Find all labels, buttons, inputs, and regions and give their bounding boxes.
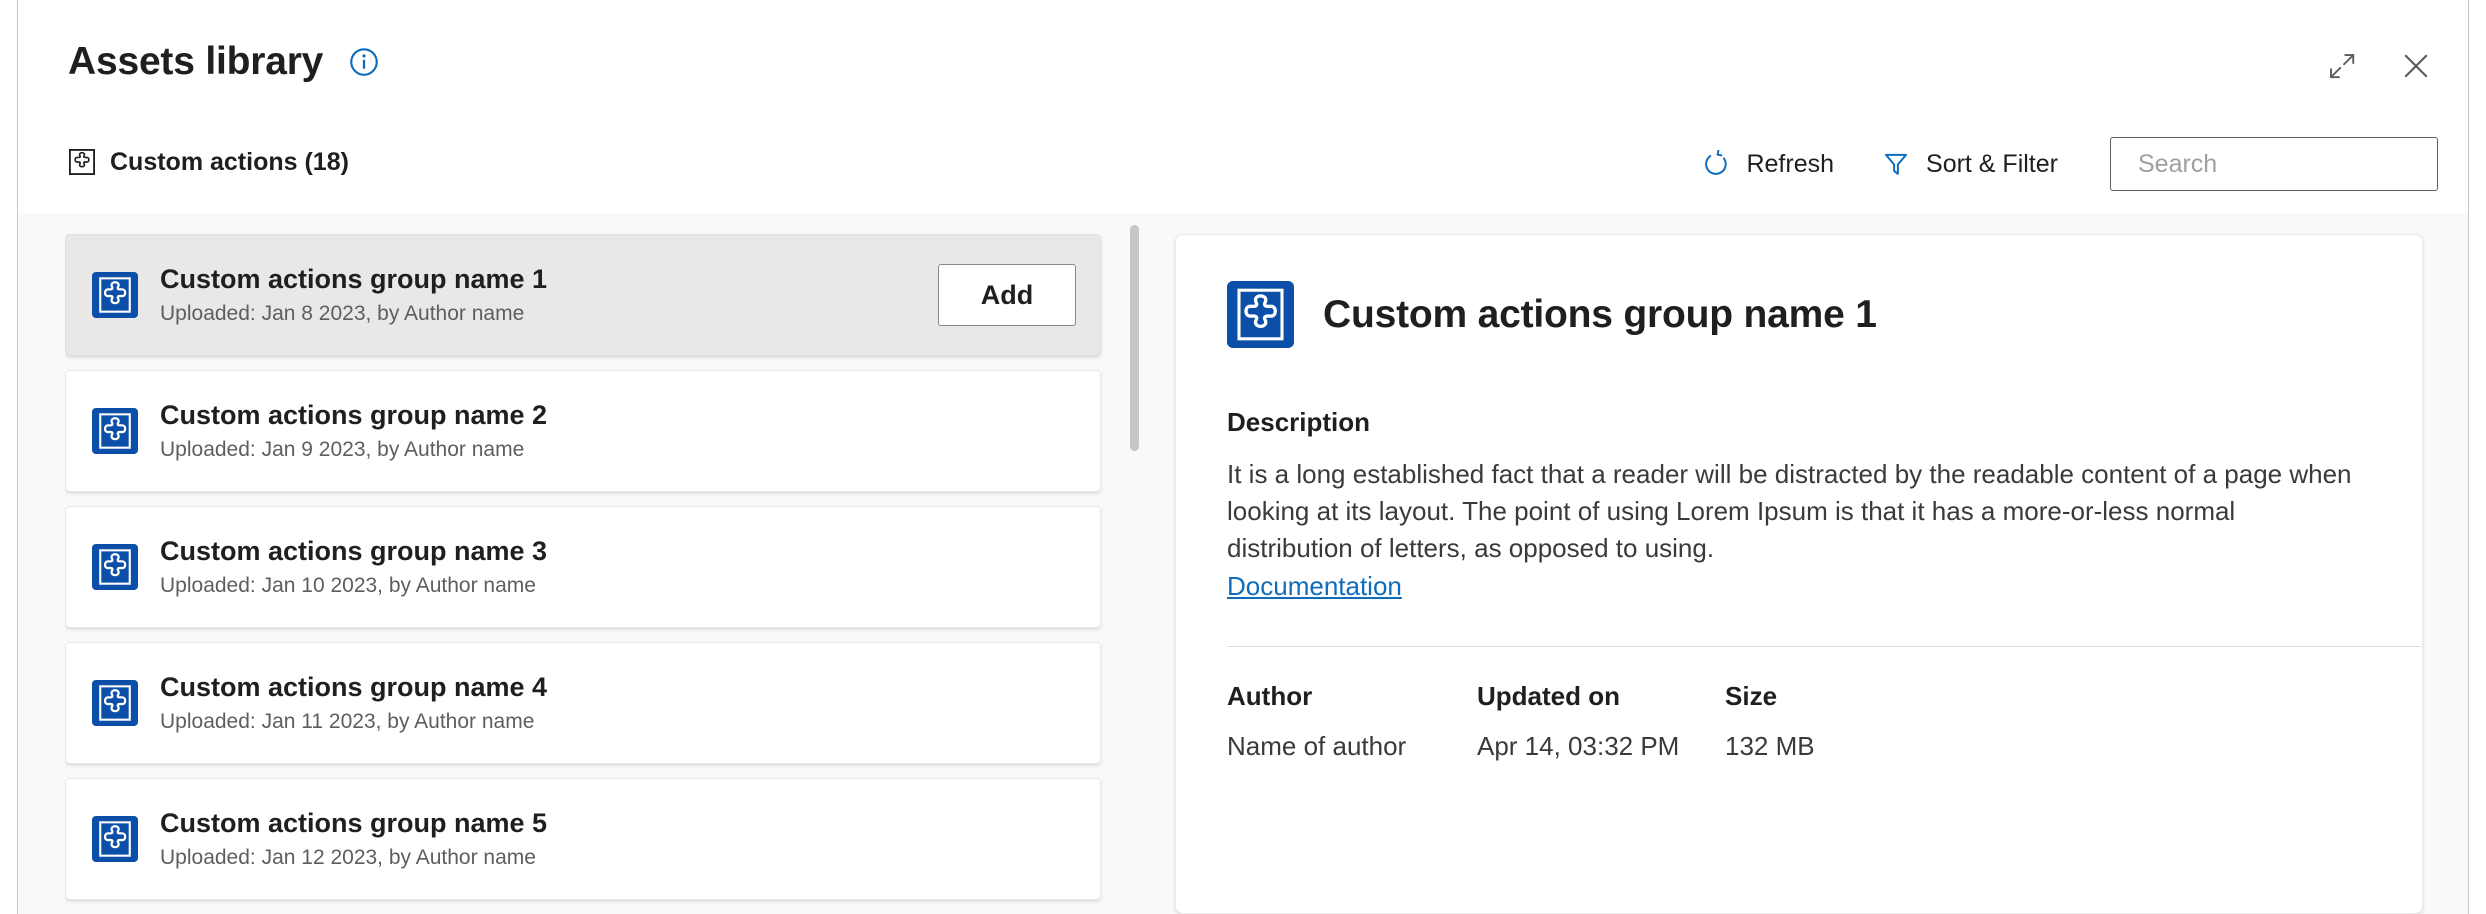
- sort-filter-label: Sort & Filter: [1926, 150, 2058, 179]
- list-item-text: Custom actions group name 4 Uploaded: Ja…: [160, 672, 1076, 734]
- refresh-icon: [1702, 150, 1730, 178]
- author-value: Name of author: [1227, 731, 1477, 762]
- puzzle-piece-icon: [92, 680, 138, 726]
- assets-list: Custom actions group name 1 Uploaded: Ja…: [65, 234, 1123, 914]
- documentation-link[interactable]: Documentation: [1227, 571, 1402, 602]
- window-controls: [2318, 42, 2440, 90]
- funnel-icon: [1882, 150, 1910, 178]
- assets-library-dialog: Assets library: [17, 0, 2469, 914]
- info-circle-icon[interactable]: [349, 47, 379, 77]
- puzzle-piece-icon: [1227, 281, 1294, 348]
- size-value: 132 MB: [1725, 731, 2368, 762]
- detail-title: Custom actions group name 1: [1323, 293, 1877, 337]
- page-title: Assets library: [68, 42, 323, 81]
- list-item[interactable]: Custom actions group name 4 Uploaded: Ja…: [65, 642, 1101, 764]
- list-item-subtitle: Uploaded: Jan 12 2023, by Author name: [160, 845, 1076, 870]
- description-label: Description: [1227, 407, 2368, 438]
- author-label: Author: [1227, 681, 1477, 712]
- expand-button[interactable]: [2318, 42, 2366, 90]
- sort-filter-button[interactable]: Sort & Filter: [1858, 136, 2082, 192]
- expand-diagonal-icon: [2327, 51, 2357, 81]
- search-input[interactable]: [2138, 150, 2460, 179]
- list-item[interactable]: Custom actions group name 2 Uploaded: Ja…: [65, 370, 1101, 492]
- list-item[interactable]: Custom actions group name 1 Uploaded: Ja…: [65, 234, 1101, 356]
- metadata-grid: Author Updated on Size Name of author Ap…: [1227, 681, 2368, 762]
- list-scrollbar[interactable]: [1130, 225, 1139, 901]
- updated-on-label: Updated on: [1477, 681, 1725, 712]
- list-item-subtitle: Uploaded: Jan 11 2023, by Author name: [160, 709, 1076, 734]
- dialog-header: Assets library: [18, 0, 2468, 213]
- list-item-text: Custom actions group name 3 Uploaded: Ja…: [160, 536, 1076, 598]
- list-item-subtitle: Uploaded: Jan 10 2023, by Author name: [160, 573, 1076, 598]
- close-button[interactable]: [2392, 42, 2440, 90]
- list-item[interactable]: Custom actions group name 3 Uploaded: Ja…: [65, 506, 1101, 628]
- list-item-text: Custom actions group name 1 Uploaded: Ja…: [160, 264, 938, 326]
- description-text: It is a long established fact that a rea…: [1227, 456, 2368, 567]
- puzzle-piece-icon: [92, 272, 138, 318]
- add-button[interactable]: Add: [938, 264, 1076, 326]
- toolbar: Refresh Sort & Filter: [1678, 136, 2438, 192]
- dialog-body: Custom actions group name 1 Uploaded: Ja…: [18, 213, 2468, 914]
- subheader-label: Custom actions (18): [110, 150, 349, 175]
- detail-body: Description It is a long established fac…: [1176, 407, 2422, 762]
- puzzle-piece-icon: [92, 544, 138, 590]
- list-item-subtitle: Uploaded: Jan 8 2023, by Author name: [160, 301, 938, 326]
- list-item-title: Custom actions group name 3: [160, 536, 1076, 568]
- list-item-title: Custom actions group name 2: [160, 400, 1076, 432]
- list-item-title: Custom actions group name 4: [160, 672, 1076, 704]
- refresh-button[interactable]: Refresh: [1678, 136, 1858, 192]
- puzzle-piece-icon: [68, 148, 96, 176]
- search-box[interactable]: [2110, 137, 2438, 191]
- list-scrollbar-thumb[interactable]: [1130, 225, 1139, 451]
- list-item-text: Custom actions group name 2 Uploaded: Ja…: [160, 400, 1076, 462]
- list-item[interactable]: Custom actions group name 5 Uploaded: Ja…: [65, 778, 1101, 900]
- detail-header: Custom actions group name 1: [1176, 235, 2422, 348]
- title-row: Assets library: [68, 42, 379, 81]
- updated-on-value: Apr 14, 03:32 PM: [1477, 731, 1725, 762]
- puzzle-piece-icon: [92, 408, 138, 454]
- refresh-label: Refresh: [1746, 150, 1834, 179]
- asset-detail-panel: Custom actions group name 1 Description …: [1175, 234, 2423, 914]
- puzzle-piece-icon: [92, 816, 138, 862]
- list-item-text: Custom actions group name 5 Uploaded: Ja…: [160, 808, 1076, 870]
- close-icon: [2400, 50, 2432, 82]
- subheader: Custom actions (18): [68, 148, 349, 176]
- list-item-title: Custom actions group name 1: [160, 264, 938, 296]
- list-item-title: Custom actions group name 5: [160, 808, 1076, 840]
- detail-divider: [1227, 646, 2421, 648]
- size-label: Size: [1725, 681, 2368, 712]
- list-item-subtitle: Uploaded: Jan 9 2023, by Author name: [160, 437, 1076, 462]
